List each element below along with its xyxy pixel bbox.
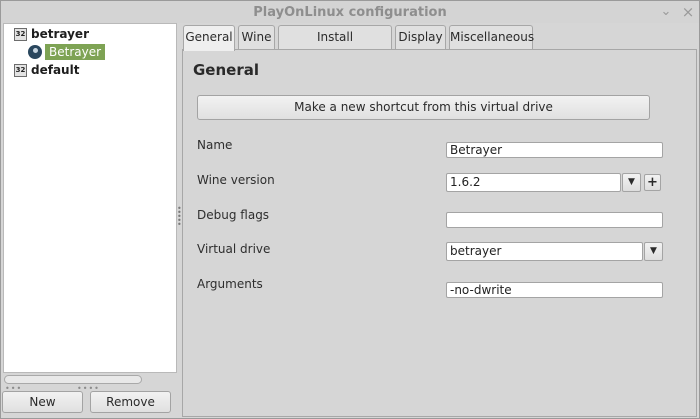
- pane-splitter-handle[interactable]: • • • • •: [177, 205, 182, 229]
- virtual-drive-tree[interactable]: 32 betrayer Betrayer 32 default: [3, 23, 177, 373]
- pane-grip-middle[interactable]: ••••: [77, 385, 100, 393]
- drive-32-icon: 32: [14, 63, 27, 77]
- name-label: Name: [197, 138, 233, 152]
- section-heading: General: [193, 61, 259, 79]
- tree-item-betrayer-drive[interactable]: 32 betrayer: [14, 25, 89, 43]
- new-button[interactable]: New: [2, 391, 83, 413]
- close-icon[interactable]: ×: [681, 5, 695, 20]
- name-field[interactable]: Betrayer: [446, 142, 663, 158]
- window-title: PlayOnLinux configuration: [253, 5, 447, 20]
- make-shortcut-button[interactable]: Make a new shortcut from this virtual dr…: [197, 95, 650, 120]
- tab-display[interactable]: Display: [395, 25, 446, 50]
- general-panel: General Make a new shortcut from this vi…: [182, 49, 697, 417]
- config-window: PlayOnLinux configuration ⌄ × 32 betraye…: [0, 0, 700, 419]
- arguments-field[interactable]: -no-dwrite: [446, 282, 663, 298]
- minimize-icon[interactable]: ⌄: [659, 5, 673, 19]
- tree-item-label: default: [31, 63, 80, 77]
- pane-grip-left[interactable]: •••: [5, 385, 22, 393]
- wine-version-select[interactable]: 1.6.2: [446, 173, 621, 192]
- remove-button[interactable]: Remove: [90, 391, 171, 413]
- steam-icon: [28, 45, 42, 59]
- tree-item-betrayer-app[interactable]: Betrayer: [28, 43, 106, 61]
- arguments-label: Arguments: [197, 277, 263, 291]
- title-bar[interactable]: PlayOnLinux configuration ⌄ ×: [1, 1, 699, 23]
- chevron-down-icon[interactable]: ▼: [622, 173, 641, 192]
- debug-flags-label: Debug flags: [197, 208, 270, 222]
- tree-item-label-selected: Betrayer: [45, 44, 106, 60]
- tree-item-default-drive[interactable]: 32 default: [14, 61, 79, 79]
- chevron-down-icon[interactable]: ▼: [644, 242, 663, 261]
- virtual-drive-select[interactable]: betrayer: [446, 242, 643, 261]
- tab-miscellaneous[interactable]: Miscellaneous: [449, 25, 534, 50]
- drive-32-icon: 32: [14, 27, 27, 41]
- virtual-drive-label: Virtual drive: [197, 242, 271, 256]
- add-wine-version-icon[interactable]: +: [644, 174, 661, 191]
- tab-install-components[interactable]: Install components: [278, 25, 392, 67]
- tree-item-label: betrayer: [31, 27, 89, 41]
- wine-version-label: Wine version: [197, 173, 275, 187]
- debug-flags-field[interactable]: [446, 212, 663, 228]
- tab-general[interactable]: General: [183, 25, 235, 51]
- tree-horizontal-scrollbar[interactable]: [4, 375, 142, 384]
- tab-wine[interactable]: Wine: [238, 25, 275, 50]
